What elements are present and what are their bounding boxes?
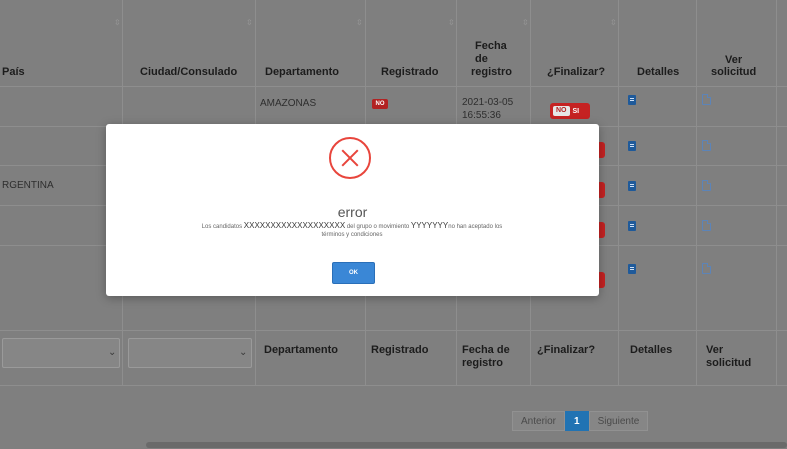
finalizar-toggle[interactable] [599, 182, 605, 198]
pagination-page-1[interactable]: 1 [565, 411, 589, 431]
toggle-si-label: SI [572, 107, 580, 115]
row-divider [0, 86, 787, 87]
details-icon[interactable] [628, 95, 636, 105]
pagination-next[interactable]: Siguiente [588, 411, 649, 431]
dialog-title: error [337, 204, 368, 220]
column-divider [776, 0, 777, 385]
ciudad-filter-select[interactable]: ⌄ [128, 338, 252, 368]
cell-departamento: AMAZONAS [260, 98, 317, 109]
finalizar-toggle[interactable] [599, 272, 605, 288]
header-departamento[interactable]: Departamento [265, 66, 339, 79]
column-divider [618, 0, 619, 385]
cell-fecha-time: 16:55:36 [462, 110, 501, 121]
footer-finalizar: ¿Finalizar? [537, 344, 596, 356]
header-fecha-line1[interactable]: Fecha [475, 40, 507, 53]
footer-fecha-line2: registro [462, 357, 503, 369]
footer-registrado: Registrado [371, 344, 429, 356]
footer-fecha-line1: Fecha de [462, 344, 510, 356]
file-icon[interactable] [702, 140, 711, 151]
ok-button[interactable]: OK [332, 262, 375, 284]
chevron-down-icon: ⌄ [108, 347, 117, 358]
header-registrado[interactable]: Registrado [381, 66, 438, 79]
column-divider [696, 0, 697, 385]
header-ciudad[interactable]: Ciudad/Consulado [140, 66, 237, 79]
file-icon[interactable] [702, 94, 711, 105]
finalizar-toggle[interactable] [599, 142, 605, 158]
details-icon[interactable] [628, 221, 636, 231]
footer-ver-line1: Ver [706, 344, 724, 356]
header-fecha-line3: registro [471, 66, 512, 78]
error-dialog: error Los candidatos XXXXXXXXXXXXXXXXXXX… [106, 124, 599, 296]
footer-ver-line2: solicitud [706, 357, 752, 369]
file-icon[interactable] [702, 220, 711, 231]
details-icon[interactable] [628, 264, 636, 274]
header-ver-line2: solicitud [711, 66, 757, 78]
header-detalles[interactable]: Detalles [637, 66, 679, 79]
header-pais[interactable]: País [2, 66, 25, 79]
finalizar-toggle[interactable]: NO SI [550, 103, 590, 119]
cell-pais: RGENTINA [2, 180, 54, 191]
sort-icon[interactable]: ⇳ [522, 18, 529, 27]
pagination-prev[interactable]: Anterior [512, 411, 566, 431]
details-icon[interactable] [628, 141, 636, 151]
msg-suffix: no han aceptado los [448, 224, 503, 230]
msg-prefix: Los candidatos [201, 224, 243, 230]
footer-detalles: Detalles [630, 344, 673, 356]
msg-middle: del grupo o movimiento [346, 224, 410, 230]
finalizar-toggle[interactable] [599, 222, 605, 238]
footer-departamento: Departamento [264, 344, 338, 356]
sort-icon[interactable]: ⇳ [610, 18, 617, 27]
chevron-down-icon: ⌄ [239, 347, 248, 358]
details-icon[interactable] [628, 181, 636, 191]
sort-icon[interactable]: ⇳ [114, 18, 121, 27]
sort-icon[interactable]: ⇳ [246, 18, 253, 27]
msg-candidates: XXXXXXXXXXXXXXXXXXX [243, 221, 346, 230]
toggle-no-label: NO [553, 106, 570, 116]
msg-group: YYYYYYY [410, 221, 449, 230]
header-fecha-line2: de [475, 53, 488, 65]
header-finalizar[interactable]: ¿Finalizar? [547, 66, 605, 79]
file-icon[interactable] [702, 263, 711, 274]
sort-icon[interactable]: ⇳ [356, 18, 363, 27]
cell-fecha-date: 2021-03-05 [462, 97, 514, 108]
error-x-icon [329, 137, 371, 179]
pais-filter-select[interactable]: ⌄ [2, 338, 120, 368]
row-divider [0, 330, 787, 331]
sort-icon[interactable]: ⇳ [448, 18, 455, 27]
registrado-badge: NO [372, 99, 388, 109]
row-divider [0, 385, 787, 386]
pagination: Anterior 1 Siguiente [512, 411, 649, 431]
dialog-message: Los candidatos XXXXXXXXXXXXXXXXXXX del g… [126, 222, 578, 239]
file-icon[interactable] [702, 180, 711, 191]
horizontal-scrollbar[interactable] [146, 442, 787, 448]
msg-line2: términos y condiciones [321, 232, 383, 238]
